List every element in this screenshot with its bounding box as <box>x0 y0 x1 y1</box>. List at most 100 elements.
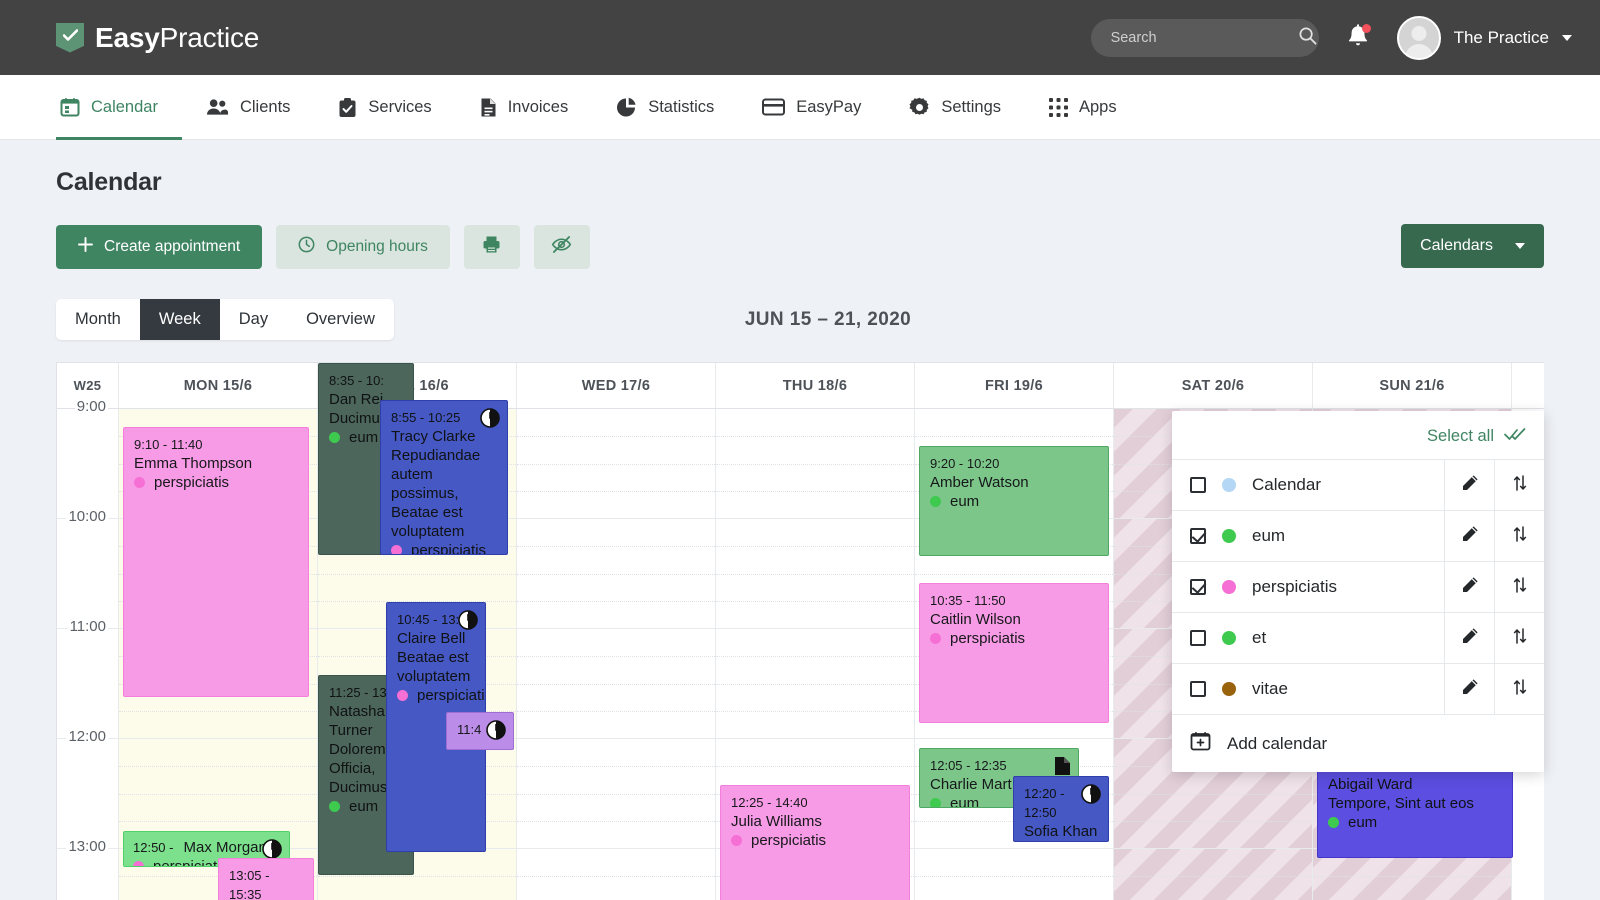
event-time: 9:20 - 10:20 <box>930 455 1000 471</box>
view-switcher: Month Week Day Overview <box>56 299 394 340</box>
nav-item-invoices[interactable]: Invoices <box>456 75 593 139</box>
view-option-overview[interactable]: Overview <box>287 299 394 340</box>
search-box[interactable] <box>1090 18 1319 57</box>
avatar <box>1396 15 1441 60</box>
calendars-dropdown: Select all Calendar eum perspiciatis et vita… <box>1172 411 1544 772</box>
nav-label: Settings <box>941 97 1001 116</box>
settings-icon <box>909 97 930 118</box>
calendar-toggle[interactable]: et <box>1172 613 1444 663</box>
nav-item-statistics[interactable]: Statistics <box>592 75 738 139</box>
statistics-icon <box>616 97 637 118</box>
calendar-checkbox[interactable] <box>1190 630 1206 646</box>
sort-arrows-icon <box>1512 627 1528 650</box>
calendars-button[interactable]: Calendars <box>1401 224 1544 268</box>
event-calendar-name: eum <box>349 797 379 815</box>
calendar-toggle[interactable]: perspiciatis <box>1172 562 1444 612</box>
reorder-calendar-handle[interactable] <box>1494 460 1544 510</box>
nav-item-clients[interactable]: Clients <box>182 75 314 139</box>
edit-calendar-button[interactable] <box>1444 613 1494 663</box>
calendar-checkbox[interactable] <box>1190 681 1206 697</box>
calendar-row: vitae <box>1172 663 1544 714</box>
add-calendar-label: Add calendar <box>1227 733 1328 753</box>
calendar-event[interactable]: 11:4 <box>446 711 514 750</box>
nav-item-services[interactable]: Services <box>314 75 455 139</box>
double-check-icon[interactable] <box>1504 427 1526 446</box>
calendar-checkbox[interactable] <box>1190 579 1206 595</box>
view-option-month[interactable]: Month <box>56 299 140 340</box>
calendar-checkbox[interactable] <box>1190 528 1206 544</box>
event-client-name: Sofia Khan <box>1024 822 1098 840</box>
day-header-mon[interactable]: MON 15/6 <box>119 363 318 408</box>
day-header-fri[interactable]: FRI 19/6 <box>915 363 1114 408</box>
search-input[interactable] <box>1110 29 1298 46</box>
day-header-thu[interactable]: THU 18/6 <box>716 363 915 408</box>
nav-item-apps[interactable]: Apps <box>1025 75 1141 139</box>
print-button[interactable] <box>463 225 520 269</box>
calendar-icon <box>60 97 80 117</box>
nav-item-calendar[interactable]: Calendar <box>56 75 182 140</box>
reorder-calendar-handle[interactable] <box>1494 613 1544 663</box>
nav-label: Calendar <box>91 97 158 116</box>
event-calendar-dot <box>731 834 742 846</box>
reorder-calendar-handle[interactable] <box>1494 511 1544 561</box>
hide-cancelled-button[interactable] <box>533 225 590 269</box>
event-client-name: Amber Watson <box>930 473 1029 491</box>
create-appointment-button[interactable]: Create appointment <box>56 225 263 269</box>
calendar-toggle[interactable]: vitae <box>1172 664 1444 714</box>
calendar-event[interactable]: 12:25 - 14:40 Julia Williams perspiciatis <box>720 784 910 900</box>
notifications-button[interactable] <box>1345 23 1371 53</box>
edit-calendar-button[interactable] <box>1444 460 1494 510</box>
add-calendar-button[interactable]: Add calendar <box>1172 714 1544 772</box>
view-option-week[interactable]: Week <box>139 299 220 340</box>
event-calendar-name: perspiciatis <box>153 857 229 867</box>
calendar-event[interactable]: 12:20 - 12:50 Sofia Khan <box>1013 775 1109 842</box>
nav-item-easypay[interactable]: EasyPay <box>738 75 885 139</box>
day-column-mon[interactable]: 9:10 - 11:40 Emma Thompson perspiciatis 12:… <box>119 409 318 900</box>
calendar-name: Calendar <box>1252 475 1321 494</box>
calendars-button-label: Calendars <box>1420 237 1493 254</box>
clients-icon <box>206 97 229 117</box>
day-header-wed[interactable]: WED 17/6 <box>517 363 716 408</box>
nav-label: Apps <box>1079 97 1117 116</box>
nav-item-settings[interactable]: Settings <box>885 75 1025 139</box>
calendar-toggle[interactable]: eum <box>1172 511 1444 561</box>
calendar-event[interactable]: 8:55 - 10:25 Tracy Clarke Repudiandae aute… <box>380 399 508 555</box>
account-menu[interactable]: The Practice <box>1396 15 1572 60</box>
brand-logo[interactable]: EasyPractice <box>56 22 259 54</box>
event-time: 12:25 - 14:40 <box>731 794 808 810</box>
event-calendar: perspiciatis <box>731 831 900 850</box>
clock-icon <box>486 719 506 745</box>
sort-arrows-icon <box>1512 678 1528 701</box>
printer-icon <box>482 235 501 259</box>
day-header-sun[interactable]: SUN 21/6 <box>1313 363 1512 408</box>
edit-calendar-button[interactable] <box>1444 511 1494 561</box>
calendar-event[interactable]: 9:10 - 11:40 Emma Thompson perspiciatis <box>123 427 309 698</box>
reorder-calendar-handle[interactable] <box>1494 664 1544 714</box>
day-header-sat[interactable]: SAT 20/6 <box>1114 363 1313 408</box>
edit-calendar-button[interactable] <box>1444 664 1494 714</box>
view-option-day[interactable]: Day <box>220 299 287 340</box>
calendar-event[interactable]: 9:20 - 10:20 Amber Watson eum <box>919 445 1109 556</box>
calendar-event[interactable]: 13:05 - 15:35Claudiaperspiciatis <box>218 858 314 900</box>
chevron-down-icon[interactable] <box>1562 34 1572 41</box>
search-icon[interactable] <box>1298 26 1317 50</box>
calendar-toggle[interactable]: Calendar <box>1172 460 1444 510</box>
brand-name-bold: Easy <box>95 21 160 53</box>
services-icon <box>338 97 357 118</box>
calendar-row: et <box>1172 612 1544 663</box>
day-column-thu[interactable]: 12:25 - 14:40 Julia Williams perspiciatis <box>716 409 915 900</box>
day-column-wed[interactable] <box>517 409 716 900</box>
calendar-checkbox[interactable] <box>1190 477 1206 493</box>
day-column-fri[interactable]: 9:20 - 10:20 Amber Watson eum 10:35 - 11:50… <box>915 409 1114 900</box>
event-calendar: perspiciatis <box>397 686 485 705</box>
select-all-label[interactable]: Select all <box>1427 427 1494 446</box>
edit-calendar-button[interactable] <box>1444 562 1494 612</box>
pencil-icon <box>1461 576 1479 599</box>
calendar-event[interactable]: 10:35 - 11:50 Caitlin Wilson perspiciatis <box>919 583 1109 724</box>
check-badge-icon <box>56 22 84 53</box>
reorder-calendar-handle[interactable] <box>1494 562 1544 612</box>
day-column-tue[interactable]: 8:35 - 10: Dan Rei Ducimu eum 8:55 - 10:25 Tr… <box>318 363 517 900</box>
event-client-name: Caitlin Wilson <box>930 611 1021 629</box>
time-slot: 13:00 <box>57 838 118 900</box>
opening-hours-button[interactable]: Opening hours <box>276 225 450 269</box>
